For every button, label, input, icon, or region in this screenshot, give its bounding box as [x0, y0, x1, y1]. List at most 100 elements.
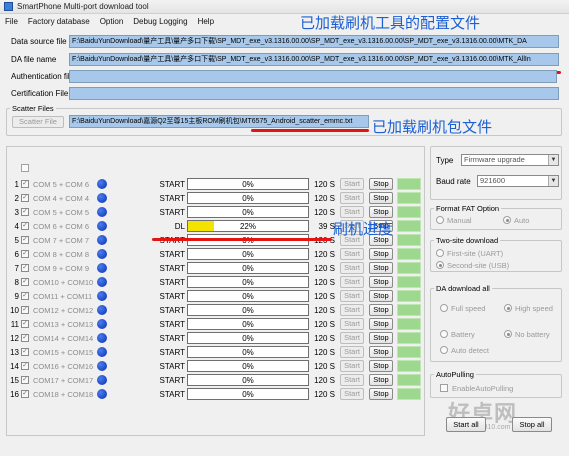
auth-file-field[interactable]	[69, 70, 557, 83]
port-checkbox[interactable]: ✓	[21, 320, 29, 328]
port-start-button[interactable]: Start	[340, 262, 364, 274]
status-dot-icon	[97, 305, 107, 315]
port-stop-button[interactable]: Stop	[369, 262, 393, 274]
no-battery-radio[interactable]	[504, 330, 512, 338]
port-start-button[interactable]: Start	[340, 276, 364, 288]
menu-help[interactable]: Help	[193, 17, 219, 26]
port-names: COM 5 + COM 6	[33, 180, 90, 189]
status-dot-icon	[97, 193, 107, 203]
port-checkbox[interactable]: ✓	[21, 264, 29, 272]
menu-option[interactable]: Option	[95, 17, 129, 26]
menu-bar: File Factory database Option Debug Loggi…	[0, 15, 569, 28]
port-row: 2 ✓ COM 4 + COM 4 START 0% 120 S Start S…	[7, 191, 426, 205]
enable-autopulling-checkbox[interactable]	[440, 384, 448, 392]
high-speed-radio[interactable]	[504, 304, 512, 312]
port-time: 120 S	[314, 292, 335, 301]
port-checkbox[interactable]: ✓	[21, 194, 29, 202]
port-status: START	[159, 362, 185, 371]
start-all-button[interactable]: Start all	[446, 417, 486, 432]
port-checkbox[interactable]: ✓	[21, 222, 29, 230]
port-checkbox[interactable]: ✓	[21, 390, 29, 398]
port-row: 9 ✓ COM11 + COM11 START 0% 120 S Start S…	[7, 289, 426, 303]
port-start-button[interactable]: Start	[340, 192, 364, 204]
port-status-indicator	[397, 290, 421, 302]
port-checkbox[interactable]: ✓	[21, 348, 29, 356]
port-start-button[interactable]: Start	[340, 360, 364, 372]
port-stop-button[interactable]: Stop	[369, 206, 393, 218]
status-dot-icon	[97, 389, 107, 399]
scatter-file-field[interactable]: F:\BaiduYunDownload\嘉源Q2至尊15主板ROM刷机包\MT6…	[69, 115, 369, 128]
data-source-field[interactable]: F:\BaiduYunDownload\量产工具\量产多口下载\SP_MDT_e…	[69, 35, 559, 48]
auto-detect-radio[interactable]	[440, 346, 448, 354]
port-checkbox[interactable]: ✓	[21, 292, 29, 300]
port-stop-button[interactable]: Stop	[369, 290, 393, 302]
port-stop-button[interactable]: Stop	[369, 346, 393, 358]
port-time: 120 S	[314, 348, 335, 357]
port-status-indicator	[397, 220, 421, 232]
port-checkbox[interactable]: ✓	[21, 278, 29, 286]
progress-bar: 0%	[187, 346, 309, 358]
port-stop-button[interactable]: Stop	[369, 304, 393, 316]
port-start-button[interactable]: Start	[340, 346, 364, 358]
port-start-button[interactable]: Start	[340, 290, 364, 302]
type-select[interactable]: Firmware upgrade ▼	[461, 154, 559, 166]
port-names: COM13 + COM13	[33, 320, 94, 329]
manual-radio[interactable]	[436, 216, 444, 224]
port-stop-button[interactable]: Stop	[369, 318, 393, 330]
port-checkbox[interactable]: ✓	[21, 376, 29, 384]
no-battery-label: No battery	[515, 330, 550, 339]
port-time: 120 S	[314, 194, 335, 203]
menu-file[interactable]: File	[0, 17, 23, 26]
port-status-indicator	[397, 304, 421, 316]
auto-radio[interactable]	[503, 216, 511, 224]
select-all-checkbox[interactable]	[21, 164, 29, 172]
port-stop-button[interactable]: Stop	[369, 332, 393, 344]
port-stop-button[interactable]: Stop	[369, 374, 393, 386]
baud-label: Baud rate	[436, 177, 471, 186]
menu-debug-logging[interactable]: Debug Logging	[128, 17, 192, 26]
scatter-file-button[interactable]: Scatter File	[12, 116, 64, 128]
port-checkbox[interactable]: ✓	[21, 362, 29, 370]
port-status: START	[159, 334, 185, 343]
port-row: 8 ✓ COM10 + COM10 START 0% 120 S Start S…	[7, 275, 426, 289]
port-checkbox[interactable]: ✓	[21, 208, 29, 216]
port-start-button[interactable]: Start	[340, 206, 364, 218]
port-start-button[interactable]: Start	[340, 248, 364, 260]
port-names: COM 5 + COM 5	[33, 208, 90, 217]
port-start-button[interactable]: Start	[340, 388, 364, 400]
port-stop-button[interactable]: Stop	[369, 276, 393, 288]
port-checkbox[interactable]: ✓	[21, 236, 29, 244]
port-checkbox[interactable]: ✓	[21, 250, 29, 258]
port-checkbox[interactable]: ✓	[21, 180, 29, 188]
port-time: 120 S	[314, 334, 335, 343]
port-checkbox[interactable]: ✓	[21, 306, 29, 314]
port-index: 9	[14, 292, 19, 301]
format-fat-title: Format FAT Option	[434, 204, 502, 213]
status-dot-icon	[97, 319, 107, 329]
port-stop-button[interactable]: Stop	[369, 388, 393, 400]
port-checkbox[interactable]: ✓	[21, 334, 29, 342]
port-stop-button[interactable]: Stop	[369, 360, 393, 372]
second-site-radio[interactable]	[436, 261, 444, 269]
port-stop-button[interactable]: Stop	[369, 192, 393, 204]
port-names: COM 9 + COM 9	[33, 264, 90, 273]
port-start-button[interactable]: Start	[340, 332, 364, 344]
full-speed-radio[interactable]	[440, 304, 448, 312]
menu-factory-database[interactable]: Factory database	[23, 17, 95, 26]
port-status: START	[159, 390, 185, 399]
port-time: 120 S	[314, 362, 335, 371]
port-stop-button[interactable]: Stop	[369, 248, 393, 260]
status-dot-icon	[97, 333, 107, 343]
baud-select[interactable]: 921600 ▼	[477, 175, 559, 187]
da-file-field[interactable]: F:\BaiduYunDownload\量产工具\量产多口下载\SP_MDT_e…	[69, 53, 559, 66]
first-site-radio[interactable]	[436, 249, 444, 257]
port-start-button[interactable]: Start	[340, 374, 364, 386]
port-start-button[interactable]: Start	[340, 318, 364, 330]
cert-file-field[interactable]	[69, 87, 559, 100]
port-start-button[interactable]: Start	[340, 304, 364, 316]
port-stop-button[interactable]: Stop	[369, 178, 393, 190]
battery-radio[interactable]	[440, 330, 448, 338]
progress-text: 0%	[242, 180, 254, 189]
stop-all-button[interactable]: Stop all	[512, 417, 552, 432]
port-start-button[interactable]: Start	[340, 178, 364, 190]
